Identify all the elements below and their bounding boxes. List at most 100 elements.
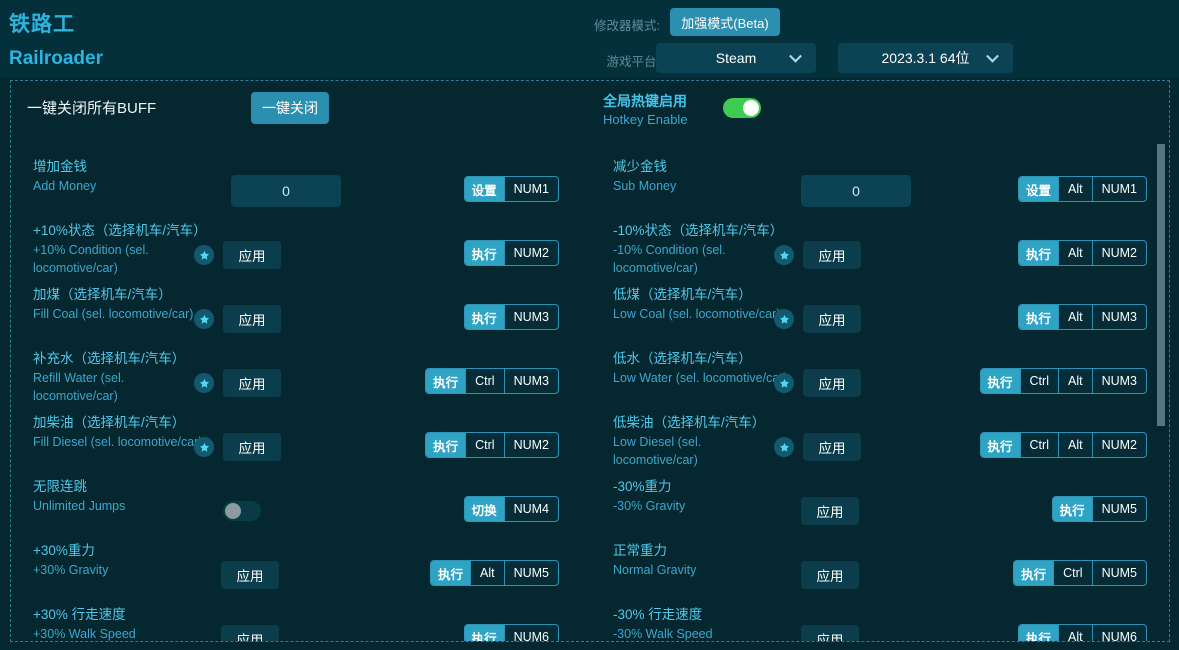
apply-button[interactable]: 应用: [221, 625, 279, 642]
cheat-toggle[interactable]: [223, 501, 261, 521]
trainer-mode-button[interactable]: 加强模式(Beta): [670, 8, 780, 36]
apply-button[interactable]: 应用: [801, 625, 859, 642]
cheat-label: +30%重力+30% Gravity: [33, 541, 208, 579]
cheat-value-input[interactable]: [231, 175, 341, 207]
platform-select[interactable]: Steam: [656, 43, 816, 73]
hotkey-badge[interactable]: 执行CtrlNUM5: [1013, 560, 1147, 586]
hotkey-key: Ctrl: [465, 369, 503, 393]
cheat-row: 加柴油（选择机车/汽车）Fill Diesel (sel. locomotive…: [11, 415, 591, 479]
hotkey-badge[interactable]: 设置NUM1: [464, 176, 559, 202]
favorite-star-button[interactable]: [194, 373, 214, 393]
cheat-row: -30% 行走速度-30% Walk Speed应用执行AltNUM6: [591, 607, 1170, 642]
hotkey-key: Alt: [1058, 433, 1092, 457]
panel-scrollbar-track[interactable]: [1159, 82, 1167, 642]
hotkey-key: NUM2: [1092, 433, 1146, 457]
hotkey-key: NUM3: [504, 369, 558, 393]
favorite-star-button[interactable]: [774, 245, 794, 265]
hotkey-action-label: 执行: [1019, 625, 1058, 642]
hotkey-badge[interactable]: 执行CtrlNUM3: [425, 368, 559, 394]
disable-all-buff-label: 一键关闭所有BUFF: [27, 97, 156, 118]
hotkey-key: NUM6: [504, 625, 558, 642]
apply-button[interactable]: 应用: [223, 305, 281, 333]
favorite-star-button[interactable]: [194, 437, 214, 457]
cheat-label: +30% 行走速度+30% Walk Speed: [33, 605, 208, 642]
hotkey-action-label: 执行: [431, 561, 470, 585]
platform-select-value: Steam: [716, 50, 756, 66]
hotkey-badge[interactable]: 执行AltNUM6: [1018, 624, 1147, 642]
cheat-label: 无限连跳Unlimited Jumps: [33, 477, 208, 515]
hotkey-enable-label-cn: 全局热键启用: [603, 92, 688, 111]
hotkey-action-label: 执行: [981, 433, 1020, 457]
cheat-label-en: Refill Water (sel. locomotive/car): [33, 369, 208, 405]
favorite-star-button[interactable]: [194, 309, 214, 329]
cheat-label-cn: 减少金钱: [613, 157, 788, 177]
page-title-cn: 铁路工: [9, 8, 75, 38]
star-icon: [199, 314, 210, 325]
cheat-label: 加煤（选择机车/汽车）Fill Coal (sel. locomotive/ca…: [33, 285, 208, 323]
apply-button[interactable]: 应用: [803, 305, 861, 333]
apply-button[interactable]: 应用: [803, 369, 861, 397]
disable-all-buff-button[interactable]: 一键关闭: [251, 92, 329, 124]
hotkey-badge[interactable]: 设置AltNUM1: [1018, 176, 1147, 202]
hotkey-badge[interactable]: 执行NUM5: [1052, 496, 1147, 522]
hotkey-badge[interactable]: 执行CtrlNUM2: [425, 432, 559, 458]
cheat-label-en: +10% Condition (sel. locomotive/car): [33, 241, 208, 277]
hotkey-badge[interactable]: 执行CtrlAltNUM2: [980, 432, 1147, 458]
hotkey-action-label: 切换: [465, 497, 504, 521]
hotkey-badge[interactable]: 执行NUM2: [464, 240, 559, 266]
cheat-label-cn: 低煤（选择机车/汽车）: [613, 285, 788, 305]
cheat-label-en: -10% Condition (sel. locomotive/car): [613, 241, 788, 277]
apply-button[interactable]: 应用: [803, 433, 861, 461]
apply-button[interactable]: 应用: [223, 433, 281, 461]
hotkey-action-label: 设置: [1019, 177, 1058, 201]
hotkey-key: Alt: [470, 561, 504, 585]
hotkey-enable-toggle[interactable]: [723, 98, 761, 118]
cheat-row: +30%重力+30% Gravity 应用 执行AltNUM5: [11, 543, 591, 607]
hotkey-badge[interactable]: 执行AltNUM3: [1018, 304, 1147, 330]
apply-button[interactable]: 应用: [223, 241, 281, 269]
star-icon: [779, 250, 790, 261]
hotkey-badge[interactable]: 执行AltNUM5: [430, 560, 559, 586]
cheat-label-cn: 无限连跳: [33, 477, 208, 497]
cheat-panel: 一键关闭所有BUFF 一键关闭 全局热键启用 Hotkey Enable 增加金…: [10, 80, 1170, 642]
version-select[interactable]: 2023.3.1 64位: [838, 43, 1013, 73]
favorite-star-button[interactable]: [774, 309, 794, 329]
apply-button[interactable]: 应用: [801, 497, 859, 525]
hotkey-badge[interactable]: 执行CtrlAltNUM3: [980, 368, 1147, 394]
cheat-label-cn: 加柴油（选择机车/汽车）: [33, 413, 208, 433]
cheat-row: +30% 行走速度+30% Walk Speed 应用 执行NUM6: [11, 607, 591, 642]
star-icon: [779, 314, 790, 325]
cheat-label-cn: 正常重力: [613, 541, 788, 561]
hotkey-badge[interactable]: 切换NUM4: [464, 496, 559, 522]
favorite-star-button[interactable]: [774, 437, 794, 457]
cheat-label-en: Fill Coal (sel. locomotive/car): [33, 305, 208, 323]
hotkey-badge[interactable]: 执行AltNUM2: [1018, 240, 1147, 266]
hotkey-badge[interactable]: 执行NUM6: [464, 624, 559, 642]
cheat-label-en: Low Diesel (sel. locomotive/car): [613, 433, 788, 469]
cheat-label-en: Low Water (sel. locomotive/car): [613, 369, 788, 387]
hotkey-key: NUM3: [1092, 305, 1146, 329]
apply-button[interactable]: 应用: [801, 561, 859, 589]
apply-button[interactable]: 应用: [803, 241, 861, 269]
hotkey-key: Alt: [1058, 177, 1092, 201]
cheat-row: 加煤（选择机车/汽车）Fill Coal (sel. locomotive/ca…: [11, 287, 591, 351]
hotkey-action-label: 执行: [465, 305, 504, 329]
cheat-row: 补充水（选择机车/汽车）Refill Water (sel. locomotiv…: [11, 351, 591, 415]
hotkey-key: NUM5: [1092, 561, 1146, 585]
apply-button[interactable]: 应用: [223, 369, 281, 397]
cheat-label-en: Low Coal (sel. locomotive/car): [613, 305, 788, 323]
hotkey-badge[interactable]: 执行NUM3: [464, 304, 559, 330]
favorite-star-button[interactable]: [194, 245, 214, 265]
apply-button[interactable]: 应用: [221, 561, 279, 589]
panel-scrollbar-thumb[interactable]: [1157, 144, 1165, 426]
cheat-row: -10%状态（选择机车/汽车）-10% Condition (sel. loco…: [591, 223, 1170, 287]
cheat-label-en: Normal Gravity: [613, 561, 788, 579]
cheat-row: 低煤（选择机车/汽车）Low Coal (sel. locomotive/car…: [591, 287, 1170, 351]
cheat-label: +10%状态（选择机车/汽车）+10% Condition (sel. loco…: [33, 221, 208, 277]
favorite-star-button[interactable]: [774, 373, 794, 393]
hotkey-key: NUM2: [1092, 241, 1146, 265]
cheat-label-cn: +30% 行走速度: [33, 605, 208, 625]
hotkey-key: Alt: [1058, 241, 1092, 265]
cheat-row: 增加金钱Add Money设置NUM1: [11, 159, 591, 223]
cheat-value-input[interactable]: [801, 175, 911, 207]
